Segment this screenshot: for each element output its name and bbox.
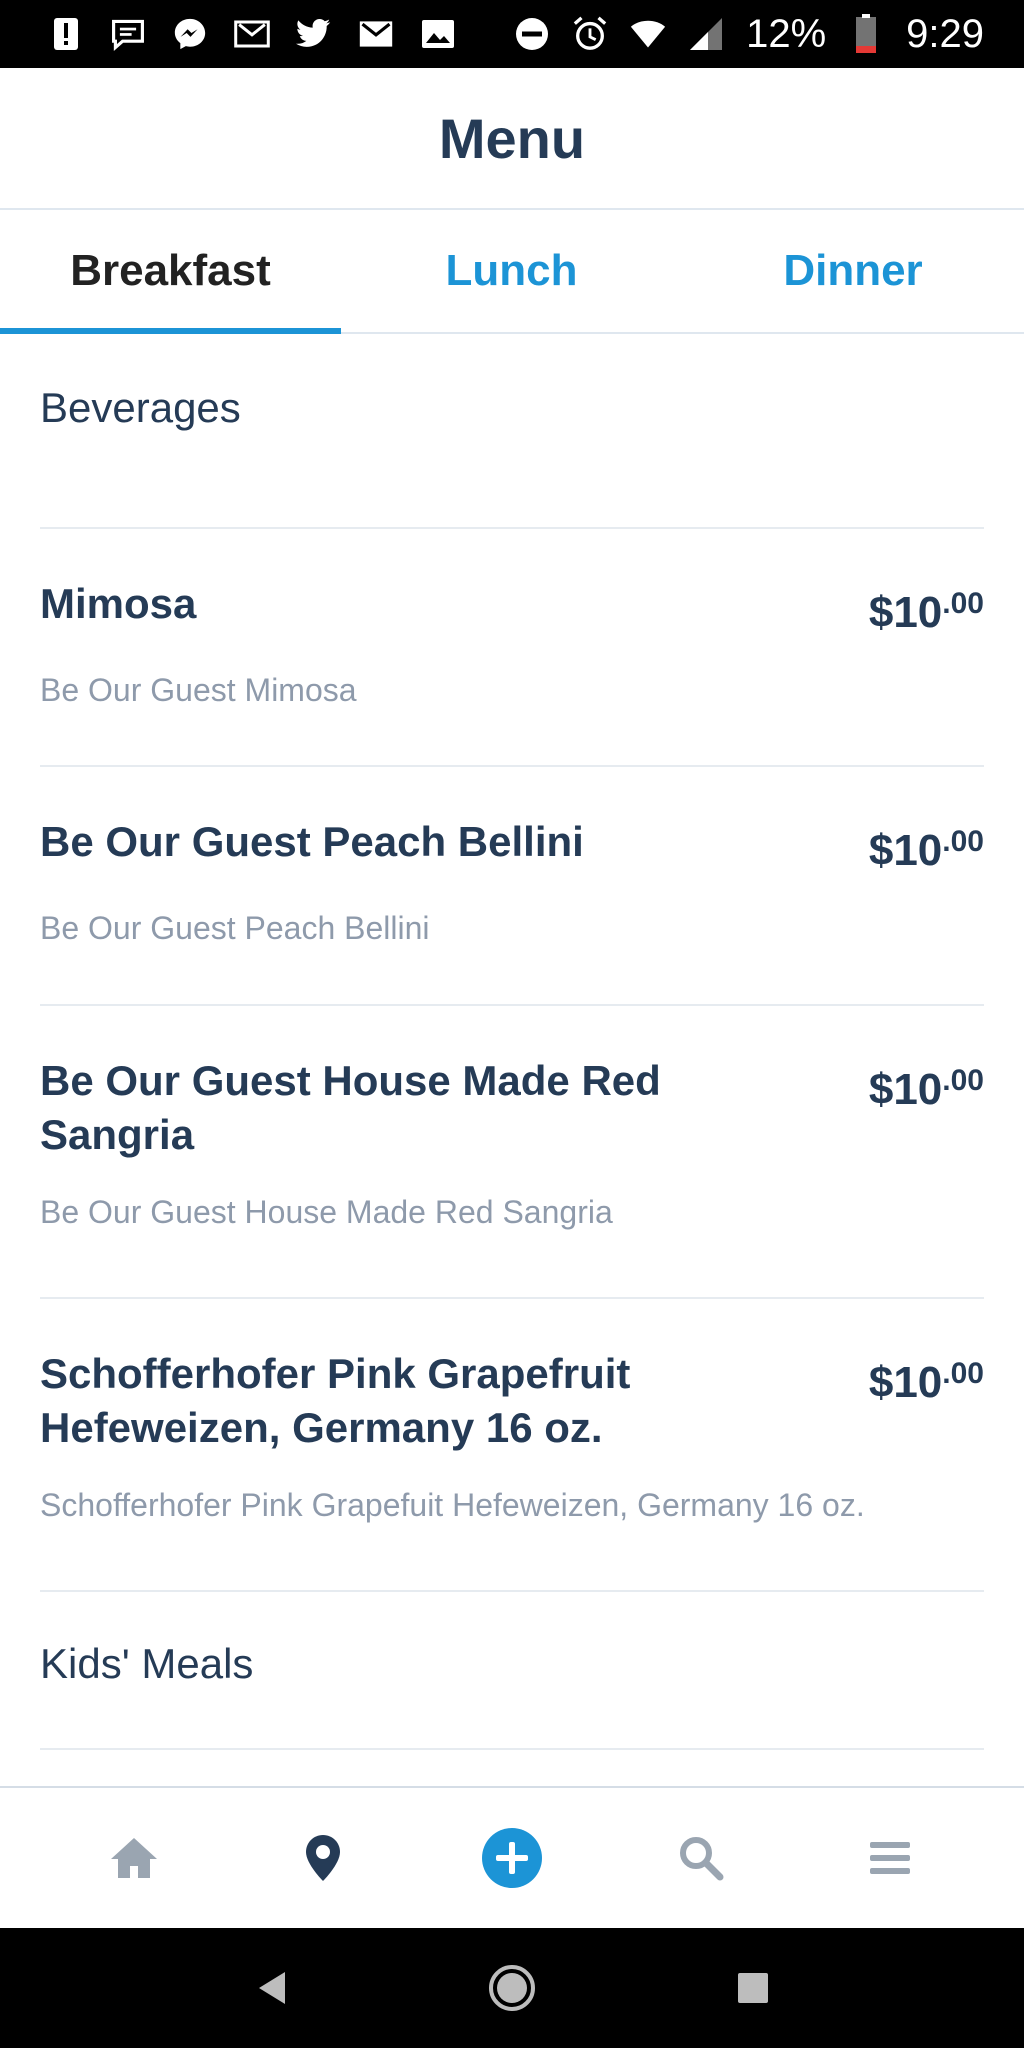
search-icon bbox=[679, 1837, 724, 1881]
back-triangle-icon bbox=[258, 1972, 285, 2004]
menu-item[interactable]: Be Our Guest Peach Bellini $10.00 Be Our… bbox=[40, 767, 984, 1006]
system-nav-bar bbox=[0, 1928, 1024, 2048]
price-cents: .00 bbox=[942, 1357, 984, 1390]
nav-menu-button[interactable] bbox=[850, 1818, 930, 1898]
tab-breakfast[interactable]: Breakfast bbox=[0, 210, 341, 334]
alert-icon bbox=[48, 16, 84, 52]
section-header-beverages: Beverages bbox=[40, 334, 984, 529]
clock: 9:29 bbox=[906, 11, 984, 56]
gmail-icon bbox=[234, 16, 270, 52]
map-pin-icon bbox=[306, 1835, 341, 1881]
gmail-icon bbox=[358, 16, 394, 52]
menu-item[interactable]: Schofferhofer Pink Grapefruit Hefeweizen… bbox=[40, 1299, 984, 1592]
wifi-icon bbox=[630, 16, 666, 52]
messenger-icon bbox=[172, 16, 208, 52]
tab-lunch[interactable]: Lunch bbox=[341, 210, 682, 332]
bottom-nav bbox=[0, 1786, 1024, 1928]
menu-list: Beverages Mimosa $10.00 Be Our Guest Mim… bbox=[40, 334, 984, 1750]
item-description: Be Our Guest Peach Bellini bbox=[40, 910, 430, 946]
alarm-icon bbox=[572, 16, 608, 52]
meal-tabs: Breakfast Lunch Dinner bbox=[0, 210, 1024, 334]
item-price: $10.00 bbox=[869, 1347, 984, 1410]
system-back-button[interactable] bbox=[239, 1956, 303, 2020]
item-name: Schofferhofer Pink Grapefruit Hefeweizen… bbox=[40, 1350, 631, 1451]
nav-home-button[interactable] bbox=[94, 1818, 174, 1898]
menu-item[interactable]: Be Our Guest House Made Red Sangria $10.… bbox=[40, 1006, 984, 1299]
image-icon bbox=[420, 16, 456, 52]
nav-search-button[interactable] bbox=[661, 1818, 741, 1898]
item-description: Be Our Guest Mimosa bbox=[40, 672, 357, 708]
item-name: Be Our Guest House Made Red Sangria bbox=[40, 1057, 661, 1158]
tab-dinner[interactable]: Dinner bbox=[682, 210, 1024, 332]
status-bar: 12% 9:29 bbox=[0, 0, 1024, 68]
nav-add-button[interactable] bbox=[472, 1818, 552, 1898]
price-dollars: $10 bbox=[868, 588, 943, 637]
item-name: Mimosa bbox=[40, 580, 197, 627]
price-cents: .00 bbox=[942, 587, 984, 620]
price-dollars: $10 bbox=[868, 1065, 943, 1114]
item-description: Schofferhofer Pink Grapefuit Hefeweizen,… bbox=[40, 1487, 865, 1523]
item-price: $10.00 bbox=[869, 1054, 984, 1117]
battery-percent: 12% bbox=[746, 11, 827, 56]
item-price: $10.00 bbox=[869, 577, 984, 640]
price-dollars: $10 bbox=[868, 826, 943, 875]
app-header: Menu bbox=[0, 68, 1024, 210]
page-title: Menu bbox=[438, 106, 586, 170]
system-home-button[interactable] bbox=[480, 1956, 544, 2020]
item-price: $10.00 bbox=[869, 815, 984, 878]
home-circle-icon bbox=[488, 1965, 535, 2011]
plus-circle-icon bbox=[481, 1828, 542, 1888]
price-cents: .00 bbox=[942, 1064, 984, 1097]
battery-icon bbox=[848, 14, 884, 53]
system-status: 12% 9:29 bbox=[514, 12, 984, 57]
do-not-disturb-icon bbox=[514, 16, 550, 52]
section-heading: Kids' Meals bbox=[40, 1640, 254, 1687]
price-cents: .00 bbox=[942, 825, 984, 858]
menu-item[interactable]: Mimosa $10.00 Be Our Guest Mimosa bbox=[40, 529, 984, 767]
chat-icon bbox=[110, 16, 146, 52]
home-icon bbox=[111, 1838, 158, 1878]
recents-square-icon bbox=[738, 1973, 769, 2003]
section-heading: Beverages bbox=[40, 384, 241, 431]
system-recents-button[interactable] bbox=[721, 1956, 785, 2020]
notification-icons bbox=[48, 16, 514, 52]
section-header-kids-meals[interactable]: Kids' Meals bbox=[40, 1592, 984, 1750]
item-description: Be Our Guest House Made Red Sangria bbox=[40, 1194, 613, 1230]
nav-map-button[interactable] bbox=[283, 1818, 363, 1898]
hamburger-menu-icon bbox=[869, 1842, 910, 1874]
price-dollars: $10 bbox=[868, 1358, 943, 1407]
twitter-icon bbox=[296, 16, 332, 52]
item-name: Be Our Guest Peach Bellini bbox=[40, 818, 584, 865]
signal-icon bbox=[688, 16, 724, 52]
